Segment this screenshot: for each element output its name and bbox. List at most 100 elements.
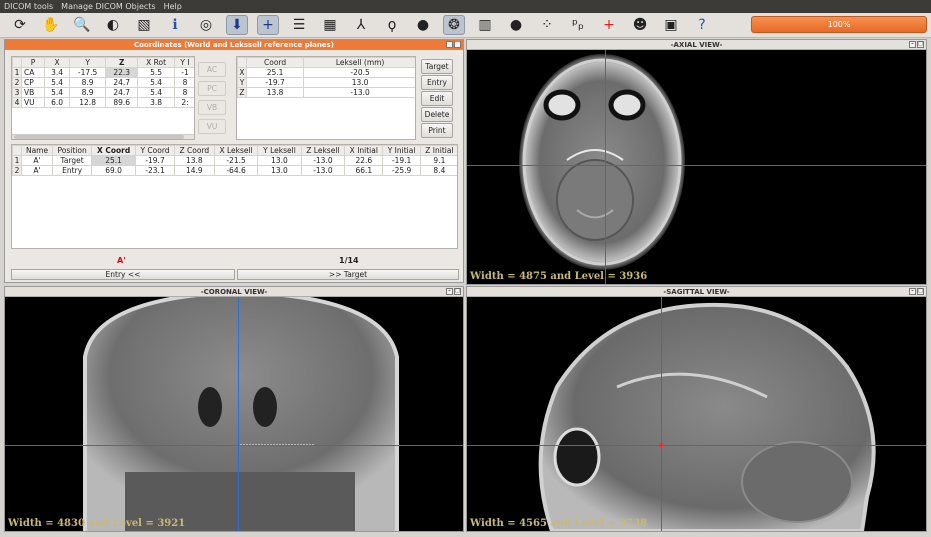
column-header[interactable]: Leksell (mm) bbox=[303, 57, 415, 68]
table-row[interactable]: 2 CP 5.4 8.9 24.7 5.4 8 bbox=[12, 77, 194, 88]
column-header[interactable]: Coord bbox=[245, 57, 305, 68]
table-cell[interactable]: 22.6 bbox=[344, 155, 384, 166]
column-header[interactable]: X Initial bbox=[344, 145, 384, 156]
table-cell[interactable]: 14.9 bbox=[174, 165, 215, 176]
entry-button[interactable]: Entry bbox=[421, 75, 453, 90]
table-cell[interactable]: A' bbox=[20, 155, 54, 166]
table-cell[interactable]: 13.0 bbox=[303, 77, 415, 88]
brain-3d-icon[interactable]: ❂ bbox=[443, 15, 465, 35]
minimize-icon[interactable]: – bbox=[446, 41, 453, 48]
points-horizontal-scrollbar[interactable] bbox=[12, 134, 194, 139]
table-cell[interactable]: Target bbox=[52, 155, 93, 166]
column-header[interactable]: Y Leksell bbox=[257, 145, 302, 156]
table-cell[interactable]: 24.7 bbox=[105, 77, 139, 88]
column-header[interactable]: Z Coord bbox=[174, 145, 215, 156]
sagittal-image[interactable]: Width = 4565 and Level = 3738 bbox=[467, 297, 926, 531]
table-cell[interactable]: 13.0 bbox=[257, 165, 302, 176]
crosshair-icon[interactable]: + bbox=[257, 15, 279, 35]
table-cell[interactable]: 5.4 bbox=[137, 87, 176, 98]
colormap-icon[interactable]: ▥ bbox=[474, 15, 496, 35]
table-cell[interactable]: 3.4 bbox=[44, 67, 71, 78]
table-cell[interactable]: 66.1 bbox=[344, 165, 384, 176]
info-icon[interactable]: ℹ bbox=[164, 15, 186, 35]
red-cross-icon[interactable]: + bbox=[598, 15, 620, 35]
table-cell[interactable]: 69.0 bbox=[91, 165, 137, 176]
maximize-icon[interactable]: □ bbox=[454, 41, 461, 48]
table-cell[interactable]: -64.6 bbox=[213, 165, 259, 176]
table-cell[interactable]: 5.4 bbox=[44, 87, 71, 98]
column-header[interactable]: Z bbox=[105, 57, 139, 68]
layout-grid-icon[interactable]: ▦ bbox=[319, 15, 341, 35]
point-button-vu[interactable]: VU bbox=[198, 119, 226, 134]
table-cell[interactable]: 8 bbox=[174, 77, 194, 88]
table-cell[interactable]: 8 bbox=[174, 87, 194, 98]
column-header[interactable]: Y I bbox=[174, 57, 194, 68]
axes-icon[interactable]: ⅄ bbox=[350, 15, 372, 35]
table-cell[interactable]: VU bbox=[20, 97, 46, 108]
table-cell[interactable]: 25.1 bbox=[245, 67, 305, 78]
minimize-icon[interactable]: – bbox=[446, 288, 453, 295]
point-button-vb[interactable]: VB bbox=[198, 100, 226, 115]
table-row[interactable]: 2 A' Entry 69.0 -23.1 14.9 -64.6 13.0 -13.0 66.1-… bbox=[12, 165, 457, 176]
points-pp-icon[interactable]: ᵖₚ bbox=[567, 15, 589, 35]
table-cell[interactable]: 8.9 bbox=[69, 87, 107, 98]
table-cell[interactable]: 3.8 bbox=[137, 97, 176, 108]
column-header[interactable]: P bbox=[20, 57, 46, 68]
table-cell[interactable]: -23.1 bbox=[135, 165, 176, 176]
column-header[interactable]: X Leksell bbox=[213, 145, 259, 156]
help-icon[interactable]: ? bbox=[691, 15, 713, 35]
table-cell[interactable]: 25.1 bbox=[91, 155, 137, 166]
contrast-icon[interactable]: ◐ bbox=[102, 15, 124, 35]
menu-dicom-tools[interactable]: DICOM tools bbox=[0, 2, 57, 11]
table-cell[interactable]: 13.0 bbox=[257, 155, 302, 166]
table-cell[interactable]: -21.5 bbox=[213, 155, 259, 166]
column-header[interactable]: X Coord bbox=[91, 145, 137, 156]
table-row[interactable]: 1 A' Target 25.1 -19.7 13.8 -21.5 13.0 -13.0 22.6… bbox=[12, 155, 457, 166]
invert-icon[interactable]: ▧ bbox=[133, 15, 155, 35]
table-cell[interactable]: -17.5 bbox=[69, 67, 107, 78]
column-header[interactable]: Name bbox=[20, 145, 54, 156]
axial-image[interactable]: Width = 4875 and Level = 3936 bbox=[467, 50, 926, 284]
table-cell[interactable]: A' bbox=[20, 165, 54, 176]
table-cell[interactable]: -20.5 bbox=[303, 67, 415, 78]
table-cell[interactable]: 6.0 bbox=[44, 97, 71, 108]
table-cell[interactable]: 13.8 bbox=[174, 155, 215, 166]
column-header[interactable]: Z Initial bbox=[419, 145, 457, 156]
menu-help[interactable]: Help bbox=[160, 2, 186, 11]
column-header[interactable]: Y Initial bbox=[382, 145, 421, 156]
maximize-icon[interactable]: □ bbox=[917, 288, 924, 295]
table-cell[interactable]: 24.7 bbox=[105, 87, 139, 98]
table-cell[interactable]: 5.4 bbox=[137, 77, 176, 88]
table-cell[interactable]: -19.7 bbox=[245, 77, 305, 88]
overlay-icon[interactable]: ◎ bbox=[195, 15, 217, 35]
table-row[interactable]: Y -19.7 13.0 bbox=[237, 77, 415, 88]
table-cell[interactable]: CP bbox=[20, 77, 46, 88]
table-cell[interactable]: -19.1 bbox=[382, 155, 421, 166]
table-cell[interactable]: 12.8 bbox=[69, 97, 107, 108]
print-button[interactable]: Print bbox=[421, 123, 453, 138]
coronal-image[interactable]: Width = 4830 and Level = 3921 bbox=[5, 297, 463, 531]
table-row[interactable]: 3 VB 5.4 8.9 24.7 5.4 8 bbox=[12, 87, 194, 98]
table-row[interactable]: X 25.1 -20.5 bbox=[237, 67, 415, 78]
table-cell[interactable]: 5.4 bbox=[44, 77, 71, 88]
minimize-icon[interactable]: – bbox=[909, 288, 916, 295]
sphere-icon[interactable]: ● bbox=[412, 15, 434, 35]
table-cell[interactable]: -1 bbox=[174, 67, 194, 78]
target-button[interactable]: Target bbox=[421, 59, 453, 74]
zoom-icon[interactable]: 🔍 bbox=[71, 15, 93, 35]
table-cell[interactable]: VB bbox=[20, 87, 46, 98]
table-cell[interactable]: 13.8 bbox=[245, 87, 305, 98]
table-cell[interactable]: Entry bbox=[52, 165, 93, 176]
table-cell[interactable]: CA bbox=[20, 67, 46, 78]
table-row[interactable]: 4 VU 6.0 12.8 89.6 3.8 2: bbox=[12, 97, 194, 108]
table-cell[interactable]: -13.0 bbox=[300, 165, 346, 176]
table-row[interactable]: 1 CA 3.4 -17.5 22.3 5.5 -1 bbox=[12, 67, 194, 78]
column-header[interactable]: Y bbox=[69, 57, 107, 68]
scatter-points-icon[interactable]: ⁘ bbox=[536, 15, 558, 35]
sphere-grey-icon[interactable]: ● bbox=[505, 15, 527, 35]
head-3d-icon[interactable]: ☻ bbox=[629, 15, 651, 35]
table-cell[interactable]: -13.0 bbox=[303, 87, 415, 98]
table-cell[interactable]: 2: bbox=[174, 97, 194, 108]
column-header[interactable]: X bbox=[44, 57, 71, 68]
probe-icon[interactable]: ⬇ bbox=[226, 15, 248, 35]
